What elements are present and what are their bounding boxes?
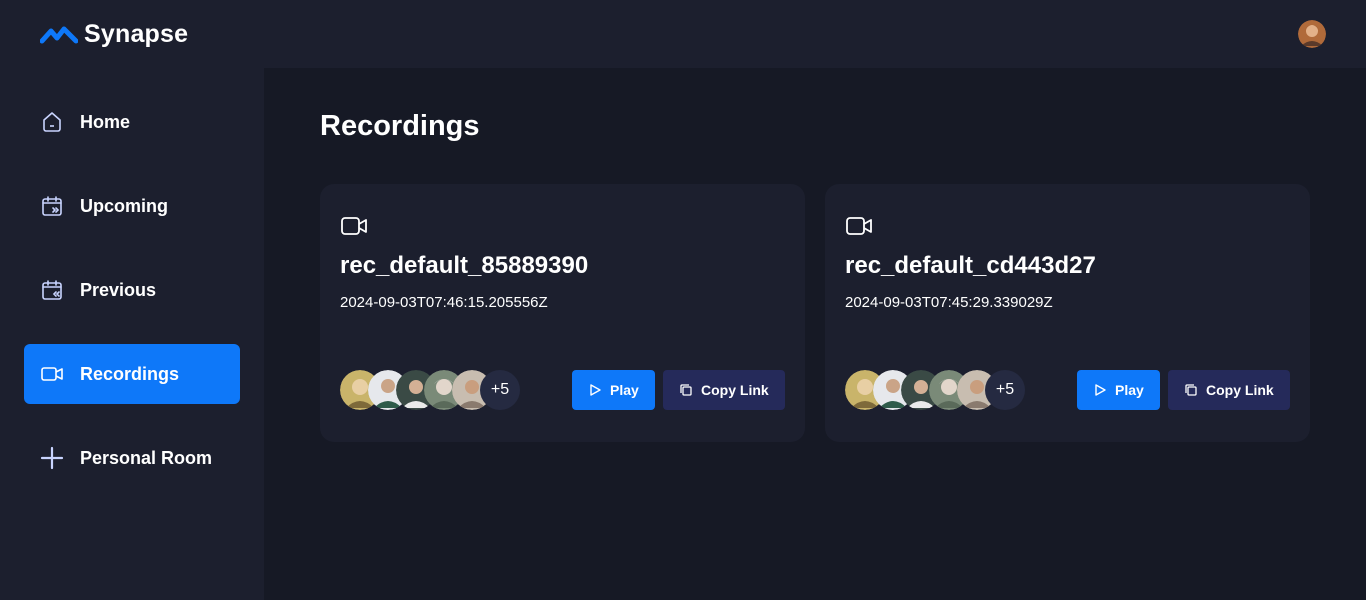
recording-card: rec_default_85889390 2024-09-03T07:46:15… bbox=[320, 184, 805, 442]
play-button-label: Play bbox=[610, 382, 639, 398]
sidebar-item-label: Recordings bbox=[80, 363, 180, 384]
card-actions: Play Copy Link bbox=[1077, 370, 1290, 410]
sidebar-item-label: Upcoming bbox=[80, 195, 168, 216]
sidebar-item-label: Personal Room bbox=[80, 447, 213, 468]
card-actions: Play Copy Link bbox=[572, 370, 785, 410]
synapse-logo-icon bbox=[40, 26, 78, 44]
copy-link-label: Copy Link bbox=[701, 382, 769, 398]
participant-avatars: +5 bbox=[340, 370, 520, 410]
top-bar: Synapse bbox=[0, 0, 1366, 68]
calendar-forward-icon bbox=[40, 194, 64, 218]
copy-icon bbox=[1185, 384, 1197, 396]
sidebar-item-label: Home bbox=[80, 111, 131, 132]
sidebar-item-upcoming[interactable]: Upcoming bbox=[24, 176, 240, 236]
copy-link-button[interactable]: Copy Link bbox=[663, 370, 785, 410]
copy-link-button[interactable]: Copy Link bbox=[1168, 370, 1290, 410]
video-icon bbox=[846, 217, 872, 235]
play-button-label: Play bbox=[1115, 382, 1144, 398]
sidebar-item-home[interactable]: Home bbox=[24, 92, 240, 152]
user-avatar[interactable] bbox=[1298, 20, 1326, 48]
card-footer: +5 Play Copy Link bbox=[845, 370, 1290, 410]
page-title: Recordings bbox=[320, 110, 480, 142]
sidebar: Home Upcoming Previous Recordings Person… bbox=[0, 68, 264, 600]
brand-link[interactable]: Synapse bbox=[40, 20, 188, 49]
main-content: Recordings rec_default_85889390 2024-09-… bbox=[264, 68, 1366, 600]
copy-link-label: Copy Link bbox=[1206, 382, 1274, 398]
brand-name: Synapse bbox=[84, 19, 189, 48]
play-button[interactable]: Play bbox=[1077, 370, 1160, 410]
more-participants-badge: +5 bbox=[480, 370, 520, 410]
recording-card: rec_default_cd443d27 2024-09-03T07:45:29… bbox=[825, 184, 1310, 442]
recording-title: rec_default_cd443d27 bbox=[845, 252, 1096, 279]
video-icon bbox=[341, 217, 367, 235]
recording-date: 2024-09-03T07:45:29.339029Z bbox=[845, 294, 1053, 311]
play-icon bbox=[590, 384, 601, 396]
sidebar-item-label: Previous bbox=[80, 279, 157, 300]
play-button[interactable]: Play bbox=[572, 370, 655, 410]
copy-icon bbox=[680, 384, 692, 396]
sidebar-item-recordings[interactable]: Recordings bbox=[24, 344, 240, 404]
play-icon bbox=[1095, 384, 1106, 396]
calendar-back-icon bbox=[40, 278, 64, 302]
more-participants-badge: +5 bbox=[985, 370, 1025, 410]
recordings-list: rec_default_85889390 2024-09-03T07:46:15… bbox=[320, 184, 1310, 442]
card-footer: +5 Play Copy Link bbox=[340, 370, 785, 410]
plus-icon bbox=[40, 446, 64, 470]
sidebar-item-previous[interactable]: Previous bbox=[24, 260, 240, 320]
home-icon bbox=[40, 110, 64, 134]
sidebar-item-personal-room[interactable]: Personal Room bbox=[24, 428, 240, 488]
recording-date: 2024-09-03T07:46:15.205556Z bbox=[340, 294, 548, 311]
participant-avatars: +5 bbox=[845, 370, 1025, 410]
video-icon bbox=[40, 362, 64, 386]
recording-title: rec_default_85889390 bbox=[340, 252, 589, 279]
